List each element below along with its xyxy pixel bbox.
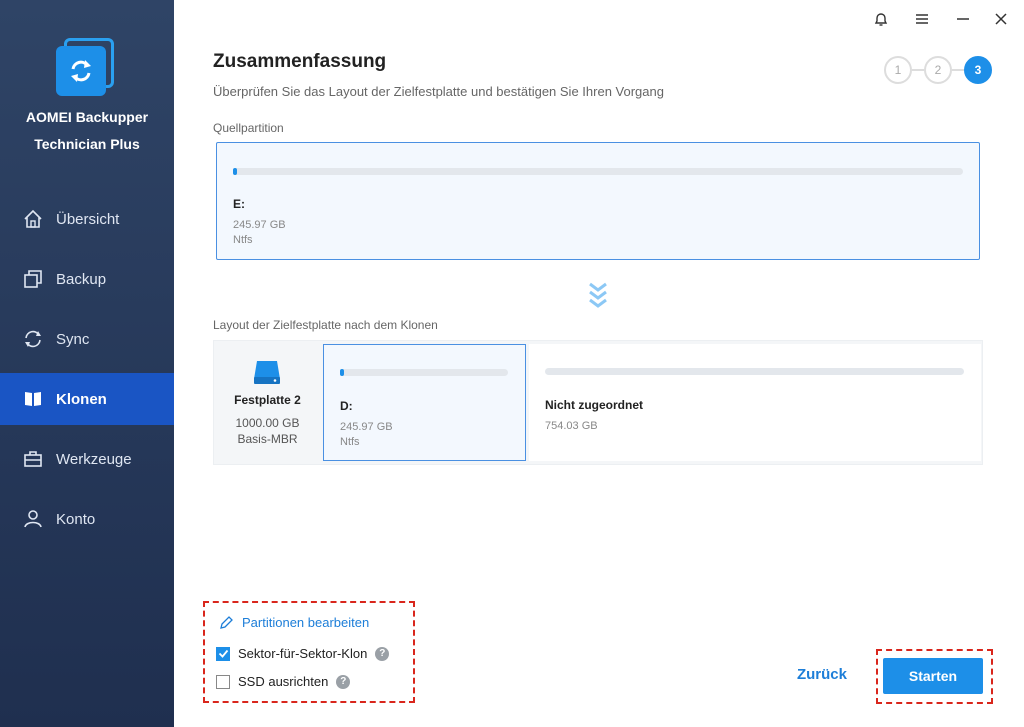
page-title: Zusammenfassung [213,51,387,72]
sync-icon [25,330,41,348]
minimize-icon[interactable] [952,8,974,30]
sidebar-item-label: Klonen [56,390,107,408]
sidebar-item-label: Sync [56,330,90,348]
usage-bar [233,168,963,175]
sector-clone-label: Sektor-für-Sektor-Klon [238,646,368,661]
home-icon [24,209,42,228]
sidebar-item-label: Werkzeuge [56,450,132,468]
destination-disk-layout: Festplatte 2 1000.00 GB Basis-MBR D: 245… [213,340,983,465]
bell-icon[interactable] [870,8,892,30]
sidebar-item-clone[interactable]: Klonen [0,373,174,425]
chevron-down-icon [589,282,607,308]
sector-clone-option[interactable]: Sektor-für-Sektor-Klon ? [216,646,390,661]
brand-edition: Technician Plus [34,136,140,152]
help-icon[interactable]: ? [375,646,390,661]
partition-size: 245.97 GB [340,421,393,433]
backup-icon [24,270,42,288]
sidebar: AOMEI Backupper Technician Plus Übersich… [0,0,174,727]
clone-icon [25,392,41,406]
source-partition-card[interactable]: E: 245.97 GB Ntfs [216,142,980,260]
step-2: 2 [924,56,952,84]
partition-fs: Ntfs [233,234,253,246]
partition-size: 245.97 GB [233,219,286,231]
pencil-icon [220,616,233,629]
step-1: 1 [884,56,912,84]
check-icon [218,649,228,658]
unallocated-name: Nicht zugeordnet [545,398,643,412]
brand-name: AOMEI Backupper [25,109,149,125]
toolbox-icon [24,451,42,467]
sidebar-item-label: Backup [56,270,107,288]
app-logo-icon [56,38,114,96]
ssd-align-checkbox[interactable] [216,674,230,689]
destination-partition-card[interactable]: D: 245.97 GB Ntfs [323,344,526,461]
sidebar-item-backup[interactable]: Backup [0,253,174,305]
sector-clone-checkbox[interactable] [216,646,230,661]
disk-info: Festplatte 2 1000.00 GB Basis-MBR [214,341,321,464]
unallocated-size: 754.03 GB [545,420,598,432]
unallocated-space-card[interactable]: Nicht zugeordnet 754.03 GB [529,344,981,461]
back-button[interactable]: Zurück [790,666,854,688]
sidebar-item-account[interactable]: Konto [0,493,174,545]
edit-partitions-label: Partitionen bearbeiten [242,615,370,630]
disk-name: Festplatte 2 [234,393,301,407]
hard-disk-icon [254,361,280,384]
edit-partitions-link[interactable]: Partitionen bearbeiten [219,615,369,630]
sidebar-item-overview[interactable]: Übersicht [0,193,174,245]
step-3: 3 [964,56,992,84]
ssd-align-label: SSD ausrichten [238,674,329,689]
disk-size: 1000.00 GB [235,416,300,430]
step-connector [912,69,924,71]
close-icon[interactable] [990,8,1012,30]
clone-options: Partitionen bearbeiten Sektor-für-Sektor… [203,601,415,703]
menu-icon[interactable] [911,8,933,30]
partition-fs: Ntfs [340,436,360,448]
sidebar-item-label: Konto [56,510,96,528]
page-subtitle: Überprüfen Sie das Layout der Zielfestpl… [213,84,664,99]
source-label: Quellpartition [213,121,284,135]
sidebar-item-label: Übersicht [56,210,120,228]
sidebar-item-sync[interactable]: Sync [0,313,174,365]
partition-name: E: [233,197,245,211]
start-button[interactable]: Starten [883,658,983,694]
user-icon [24,510,42,528]
usage-bar [340,369,508,376]
sidebar-item-tools[interactable]: Werkzeuge [0,433,174,485]
partition-name: D: [340,399,353,413]
disk-type: Basis-MBR [237,432,298,446]
usage-bar [545,368,964,375]
destination-label: Layout der Zielfestplatte nach dem Klone… [213,318,438,332]
ssd-align-option[interactable]: SSD ausrichten ? [216,674,351,689]
step-connector [952,69,964,71]
help-icon[interactable]: ? [336,674,351,689]
